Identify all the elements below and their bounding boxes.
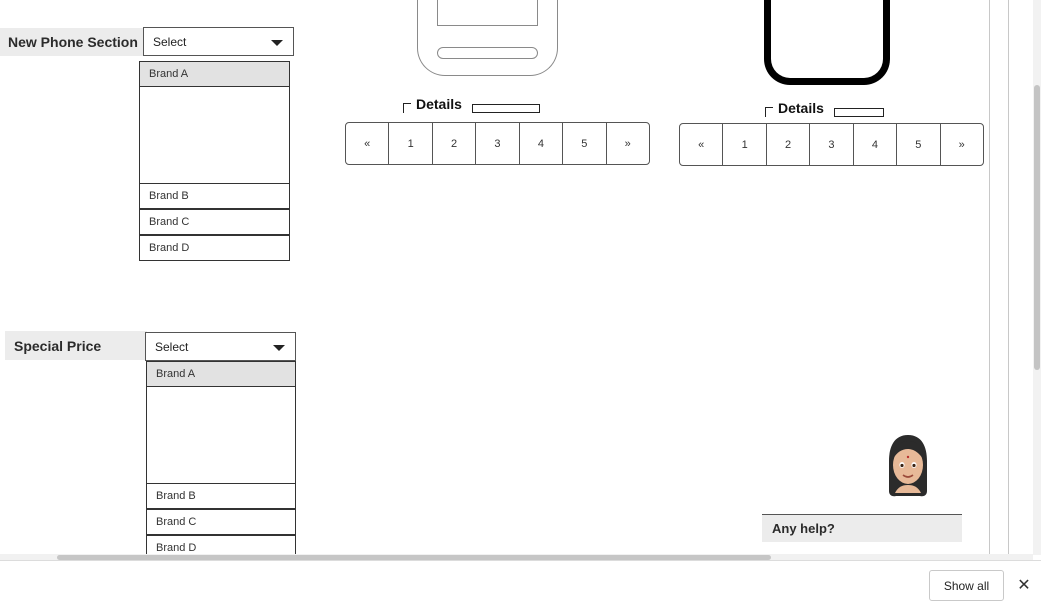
- download-bar: Show all ✕: [0, 560, 1041, 611]
- option-label: Brand A: [156, 368, 196, 380]
- pagination-left: « 1 2 3 4 5 »: [345, 122, 650, 165]
- new-phone-option-brand-c[interactable]: Brand C: [139, 209, 290, 235]
- details-right-line-box: [834, 108, 884, 117]
- pagination-next-button[interactable]: »: [941, 124, 983, 165]
- new-phone-option-brand-a[interactable]: Brand A: [139, 61, 290, 87]
- special-price-brand-select[interactable]: Select: [145, 332, 296, 361]
- option-label: Brand B: [156, 490, 196, 502]
- pagination-page-button[interactable]: 2: [433, 123, 477, 164]
- new-phone-select-value: Select: [153, 34, 187, 49]
- new-phone-brand-select[interactable]: Select: [143, 27, 294, 56]
- pagination-page-button[interactable]: 5: [897, 124, 941, 165]
- pagination-next-button[interactable]: »: [607, 123, 649, 164]
- new-phone-option-panel: [139, 86, 290, 184]
- divider-line: [1008, 0, 1009, 555]
- new-phone-section-label: New Phone Section: [0, 28, 143, 56]
- chevron-down-icon: [273, 344, 285, 351]
- option-label: Brand D: [156, 542, 197, 554]
- vertical-scrollbar-thumb[interactable]: [1034, 85, 1040, 370]
- show-all-button[interactable]: Show all: [929, 570, 1004, 601]
- details-left-title: Details: [413, 96, 465, 114]
- divider-line: [989, 0, 990, 555]
- phone-screen-icon: [437, 0, 538, 26]
- details-left-bracket: [403, 103, 411, 113]
- pagination-prev-button[interactable]: «: [346, 123, 390, 164]
- pagination-prev-button[interactable]: «: [680, 124, 724, 165]
- special-price-option-brand-b[interactable]: Brand B: [146, 483, 296, 509]
- option-label: Brand C: [156, 516, 197, 528]
- assistant-avatar-icon[interactable]: [882, 433, 934, 499]
- pagination-page-button[interactable]: 5: [563, 123, 607, 164]
- option-label: Brand B: [149, 190, 189, 202]
- new-phone-option-brand-b[interactable]: Brand B: [139, 183, 290, 209]
- special-price-option-panel: [146, 386, 296, 484]
- pagination-page-button[interactable]: 3: [476, 123, 520, 164]
- help-label[interactable]: Any help?: [762, 514, 962, 542]
- new-phone-option-brand-d[interactable]: Brand D: [139, 235, 290, 261]
- option-label: Brand A: [149, 68, 189, 80]
- pagination-page-button[interactable]: 1: [389, 123, 433, 164]
- details-left-line-box: [472, 104, 540, 113]
- close-icon[interactable]: ✕: [1014, 575, 1034, 595]
- details-right-bracket: [765, 107, 773, 117]
- pagination-page-button[interactable]: 1: [723, 124, 767, 165]
- details-right-title: Details: [775, 100, 827, 118]
- pagination-page-button[interactable]: 4: [520, 123, 564, 164]
- option-label: Brand C: [149, 216, 190, 228]
- phone-bold-icon: [764, 0, 890, 85]
- special-price-label: Special Price: [5, 331, 147, 360]
- special-price-select-value: Select: [155, 339, 189, 354]
- pagination-page-button[interactable]: 2: [767, 124, 811, 165]
- option-label: Brand D: [149, 242, 190, 254]
- pagination-page-button[interactable]: 4: [854, 124, 898, 165]
- pagination-right: « 1 2 3 4 5 »: [679, 123, 984, 166]
- pagination-page-button[interactable]: 3: [810, 124, 854, 165]
- special-price-option-brand-c[interactable]: Brand C: [146, 509, 296, 535]
- special-price-option-brand-a[interactable]: Brand A: [146, 361, 296, 387]
- page-viewport: New Phone Section Select Brand A Brand B…: [0, 0, 1041, 560]
- phone-home-bar-icon: [437, 47, 538, 59]
- chevron-down-icon: [271, 39, 283, 46]
